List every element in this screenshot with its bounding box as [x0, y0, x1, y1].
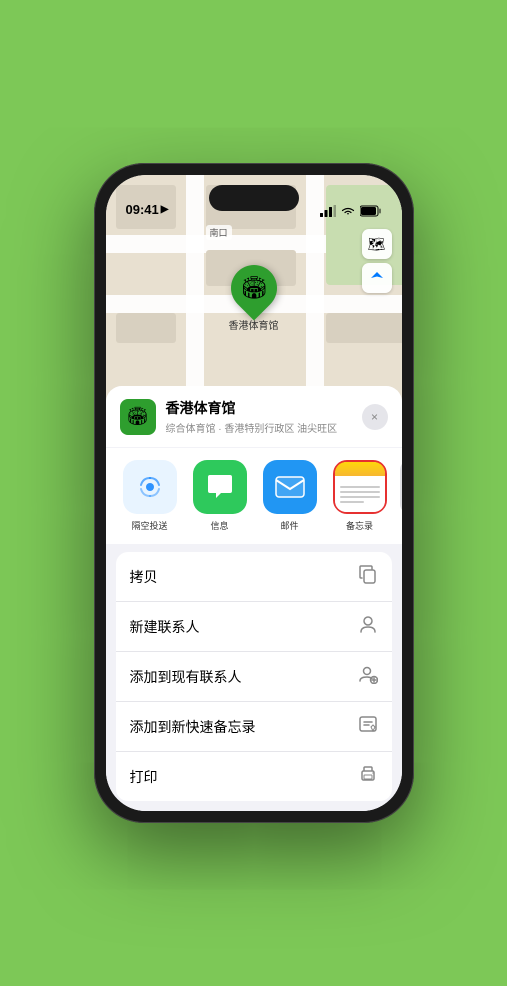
venue-icon: 🏟: [120, 399, 156, 435]
dynamic-island: [209, 185, 299, 211]
map-entrance-label: 南口: [206, 225, 232, 240]
notes-top-bar: [335, 462, 385, 476]
map-button-layer: 🗺: [362, 229, 392, 293]
share-row: 隔空投送 信息: [106, 448, 402, 544]
share-notes[interactable]: 备忘录: [330, 460, 390, 532]
location-icon: ▶: [161, 204, 169, 215]
notes-line-4: [340, 501, 364, 503]
quick-note-icon: [358, 714, 378, 739]
notes-line-2: [340, 491, 380, 493]
messages-label: 信息: [210, 519, 228, 532]
bottom-sheet: 🏟 香港体育馆 综合体育馆 · 香港特别行政区 油尖旺区 ×: [106, 386, 402, 811]
notes-line-1: [340, 486, 380, 488]
wifi-icon: [341, 205, 355, 217]
venue-card: 🏟 香港体育馆 综合体育馆 · 香港特别行政区 油尖旺区 ×: [106, 386, 402, 447]
new-contact-label: 新建联系人: [130, 617, 200, 637]
phone-frame: 09:41 ▶: [94, 163, 414, 823]
copy-action[interactable]: 拷贝: [116, 552, 392, 602]
airdrop-icon-wrap: [123, 460, 177, 514]
close-button[interactable]: ×: [362, 404, 388, 430]
map-pin: 🏟 香港体育馆: [229, 265, 279, 332]
notes-icon-wrap: [333, 460, 387, 514]
signal-icon: [320, 205, 336, 217]
add-quick-note-action[interactable]: 添加到新快速备忘录: [116, 702, 392, 752]
new-contact-action[interactable]: 新建联系人: [116, 602, 392, 652]
mail-label: 邮件: [280, 519, 298, 532]
print-label: 打印: [130, 767, 158, 787]
print-icon: [358, 764, 378, 789]
new-contact-icon: [358, 614, 378, 639]
pin-circle: 🏟: [221, 255, 286, 320]
messages-icon: [205, 473, 235, 501]
copy-icon: [358, 564, 378, 589]
share-airdrop[interactable]: 隔空投送: [120, 460, 180, 532]
venue-name: 香港体育馆: [166, 398, 352, 418]
share-mail[interactable]: 邮件: [260, 460, 320, 532]
add-quick-note-label: 添加到新快速备忘录: [130, 717, 256, 737]
add-contact-icon: [358, 664, 378, 689]
status-icons: [320, 205, 382, 217]
share-messages[interactable]: 信息: [190, 460, 250, 532]
print-action[interactable]: 打印: [116, 752, 392, 801]
add-existing-label: 添加到现有联系人: [130, 667, 242, 687]
add-existing-contact-action[interactable]: 添加到现有联系人: [116, 652, 392, 702]
notes-lines: [335, 476, 385, 512]
time-display: 09:41: [126, 202, 159, 217]
action-list: 拷贝 新建联系人: [116, 552, 392, 801]
notes-line-3: [340, 496, 380, 498]
battery-icon: [360, 205, 382, 217]
messages-icon-wrap: [193, 460, 247, 514]
status-time: 09:41 ▶: [126, 202, 169, 217]
copy-label: 拷贝: [130, 567, 158, 587]
venue-subtitle: 综合体育馆 · 香港特别行政区 油尖旺区: [166, 420, 352, 435]
notes-label: 备忘录: [346, 519, 373, 532]
pin-icon: 🏟: [240, 275, 268, 301]
airdrop-label: 隔空投送: [131, 519, 167, 532]
share-more-partial: [400, 460, 402, 532]
mail-icon: [274, 475, 306, 499]
phone-screen: 09:41 ▶: [106, 175, 402, 811]
notes-inner: [335, 462, 385, 512]
venue-info: 香港体育馆 综合体育馆 · 香港特别行政区 油尖旺区: [166, 398, 352, 435]
airdrop-icon: [135, 472, 165, 502]
mail-icon-wrap: [263, 460, 317, 514]
location-arrow-icon: [370, 271, 384, 285]
map-type-button[interactable]: 🗺: [362, 229, 392, 259]
location-button[interactable]: [362, 263, 392, 293]
